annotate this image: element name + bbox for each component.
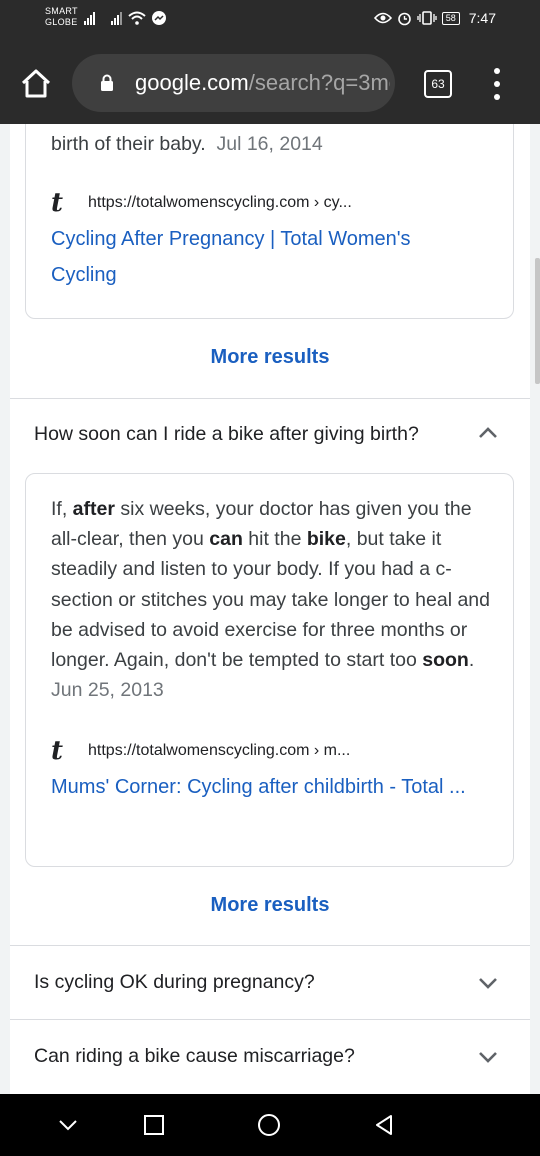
question-3[interactable]: Can riding a bike cause miscarriage? [34,1045,355,1068]
snippet-bold-term: after [72,498,115,520]
eye-icon [373,12,392,24]
system-nav-bar [0,1094,540,1156]
source-row-2[interactable]: t https://totalwomenscycling.com › m... [51,736,350,766]
lock-icon [101,74,113,91]
snippet-bold-term: bike [306,528,346,551]
people-also-ask-panel: birth of their baby. Jul 16, 2014 t http… [10,124,530,1094]
chevron-down-icon[interactable] [477,1050,499,1064]
answer-card-2: If, after six weeks, your doctor has giv… [25,473,514,867]
answer-snippet-2: If, after six weeks, your doctor has giv… [51,494,491,705]
signal-2-icon [111,11,122,25]
divider [10,398,530,399]
chevron-up-icon[interactable] [477,426,499,440]
status-icons-right: 58 7:47 [373,10,496,26]
more-results-button-2[interactable]: More results [10,894,530,917]
carrier-label: SMART GLOBE [45,6,78,28]
chevron-down-icon[interactable] [56,1113,80,1137]
site-favicon-icon: t [51,188,64,218]
snippet-text: hit the [242,528,307,551]
recents-icon[interactable] [142,1113,166,1137]
signal-icon [84,11,95,25]
messenger-icon [152,11,166,25]
back-icon[interactable] [372,1113,396,1137]
chevron-down-icon[interactable] [477,976,499,990]
overflow-menu-icon[interactable] [487,68,507,100]
answer-card-1: birth of their baby. Jul 16, 2014 t http… [25,124,514,319]
snippet-text: If, [51,498,73,520]
url-text: google.com/search?q=3mon [135,70,390,96]
carrier-line-1: SMART [45,6,78,16]
snippet-bold-term: can [209,528,243,551]
more-results-button-1[interactable]: More results [10,346,530,369]
snippet-text: . [468,649,475,672]
result-link-1[interactable]: Cycling After Pregnancy | Total Women's … [51,221,451,293]
address-bar[interactable]: google.com/search?q=3mon [72,54,395,112]
answer-snippet-1: birth of their baby. Jul 16, 2014 [51,129,323,159]
question-1[interactable]: How soon can I ride a bike after giving … [34,423,419,446]
source-url[interactable]: https://totalwomenscycling.com › cy... [88,194,352,212]
divider [10,945,530,946]
scrollbar[interactable] [535,258,540,384]
status-icons-left [84,11,166,25]
home-icon[interactable] [18,66,54,102]
wifi-icon [128,11,146,25]
url-path: /search?q=3mon [248,70,390,95]
status-bar: SMART GLOBE 58 7:47 [0,0,540,42]
alarm-icon [397,12,411,25]
tab-switcher-button[interactable]: 63 [424,70,452,98]
carrier-line-2: GLOBE [45,17,78,27]
home-circle-icon[interactable] [257,1113,281,1137]
divider [10,1019,530,1020]
snippet-date: Jun 25, 2013 [51,679,164,702]
search-results-area: birth of their baby. Jul 16, 2014 t http… [0,124,540,1094]
vibrate-icon [417,11,437,25]
url-domain: google.com [135,70,249,95]
site-favicon-icon: t [51,736,64,766]
battery-icon: 58 [441,11,460,25]
snippet-bold-term: soon [422,649,469,672]
snippet-text: birth of their baby. [51,133,206,155]
result-link-2[interactable]: Mums' Corner: Cycling after childbirth -… [51,769,476,805]
snippet-date: Jul 16, 2014 [216,133,323,155]
question-2[interactable]: Is cycling OK during pregnancy? [34,971,315,994]
browser-toolbar: google.com/search?q=3mon 63 [0,42,540,124]
source-url[interactable]: https://totalwomenscycling.com › m... [88,742,350,760]
source-row-1[interactable]: t https://totalwomenscycling.com › cy... [51,188,352,218]
clock: 7:47 [468,10,496,26]
